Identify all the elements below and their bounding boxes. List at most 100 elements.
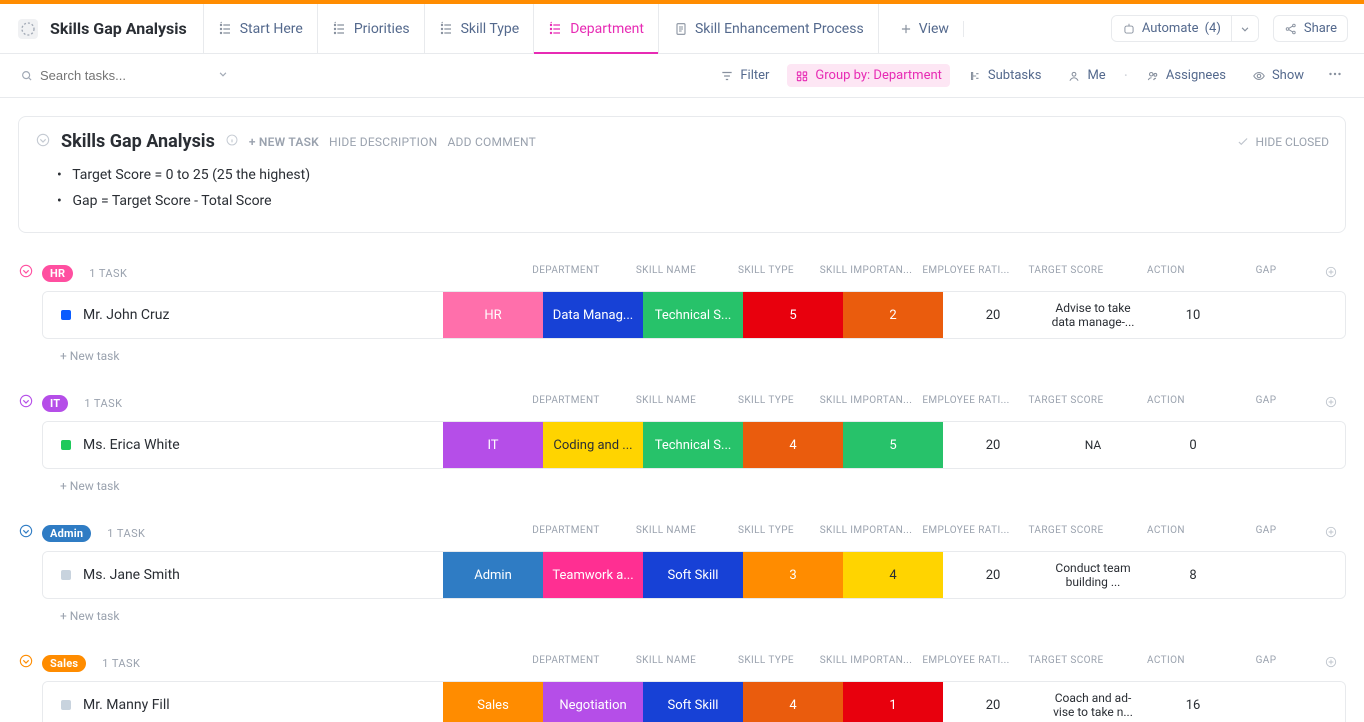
- add-comment-link[interactable]: ADD COMMENT: [447, 135, 536, 149]
- column-header[interactable]: ACTION: [1116, 395, 1216, 412]
- column-header[interactable]: SKILL IMPORTAN...: [816, 395, 916, 412]
- search-input[interactable]: [40, 68, 190, 83]
- task-row[interactable]: Ms. Jane SmithAdminTeamwork a...Soft Ski…: [43, 552, 1345, 598]
- column-header[interactable]: GAP: [1216, 395, 1316, 412]
- new-task-row[interactable]: + New task: [18, 469, 1346, 493]
- cell-tag[interactable]: 2: [843, 292, 943, 338]
- cell[interactable]: 16: [1143, 682, 1243, 722]
- add-column-button[interactable]: [1316, 395, 1346, 412]
- cell-action[interactable]: Conduct team building ...: [1043, 552, 1143, 598]
- column-header[interactable]: SKILL TYPE: [716, 525, 816, 542]
- column-header[interactable]: SKILL NAME: [616, 655, 716, 672]
- add-column-button[interactable]: [1316, 655, 1346, 672]
- cell-tag[interactable]: Technical S...: [643, 422, 743, 468]
- cell-tag[interactable]: 4: [743, 422, 843, 468]
- tab-skill-type[interactable]: Skill Type: [424, 4, 534, 53]
- column-header[interactable]: ACTION: [1116, 525, 1216, 542]
- column-header[interactable]: DEPARTMENT: [516, 525, 616, 542]
- cell[interactable]: 20: [943, 422, 1043, 468]
- cell-tag[interactable]: 1: [843, 682, 943, 722]
- cell-tag[interactable]: 3: [743, 552, 843, 598]
- more-menu[interactable]: [1322, 61, 1348, 91]
- column-header[interactable]: SKILL NAME: [616, 525, 716, 542]
- filter-button[interactable]: Filter: [712, 64, 777, 87]
- column-header[interactable]: TARGET SCORE: [1016, 655, 1116, 672]
- cell-tag[interactable]: 5: [843, 422, 943, 468]
- cell-action[interactable]: NA: [1043, 422, 1143, 468]
- cell-action[interactable]: Advise to take data manage-...: [1043, 292, 1143, 338]
- column-header[interactable]: TARGET SCORE: [1016, 265, 1116, 282]
- cell[interactable]: 20: [943, 552, 1043, 598]
- cell[interactable]: 8: [1143, 552, 1243, 598]
- column-header[interactable]: GAP: [1216, 265, 1316, 282]
- tab-department[interactable]: Department: [533, 4, 658, 53]
- column-header[interactable]: SKILL NAME: [616, 265, 716, 282]
- assignees-button[interactable]: Assignees: [1138, 64, 1234, 87]
- hide-closed-toggle[interactable]: HIDE CLOSED: [1236, 135, 1329, 149]
- group-chip[interactable]: Admin: [42, 525, 91, 542]
- cell-tag[interactable]: 4: [843, 552, 943, 598]
- column-header[interactable]: DEPARTMENT: [516, 655, 616, 672]
- cell[interactable]: 20: [943, 292, 1043, 338]
- collapse-list-icon[interactable]: [35, 132, 51, 152]
- status-square-icon[interactable]: [61, 700, 71, 710]
- column-header[interactable]: EMPLOYEE RATI...: [916, 395, 1016, 412]
- cell-tag[interactable]: Soft Skill: [643, 682, 743, 722]
- cell-action[interactable]: Coach and ad-vise to take n...: [1043, 682, 1143, 722]
- column-header[interactable]: TARGET SCORE: [1016, 395, 1116, 412]
- group-chip[interactable]: Sales: [42, 655, 86, 672]
- cell-tag[interactable]: Admin: [443, 552, 543, 598]
- cell-tag[interactable]: Sales: [443, 682, 543, 722]
- cell-tag[interactable]: Data Manag...: [543, 292, 643, 338]
- cell-tag[interactable]: HR: [443, 292, 543, 338]
- task-row[interactable]: Mr. John CruzHRData Manag...Technical S.…: [43, 292, 1345, 338]
- collapse-group-icon[interactable]: [18, 263, 34, 283]
- subtasks-button[interactable]: Subtasks: [960, 64, 1050, 87]
- task-name-cell[interactable]: Mr. John Cruz: [43, 292, 443, 338]
- status-square-icon[interactable]: [61, 310, 71, 320]
- column-header[interactable]: SKILL TYPE: [716, 655, 816, 672]
- me-button[interactable]: Me: [1059, 64, 1113, 87]
- info-icon[interactable]: [225, 132, 239, 151]
- cell[interactable]: 10: [1143, 292, 1243, 338]
- column-header[interactable]: SKILL IMPORTAN...: [816, 655, 916, 672]
- tab-start-here[interactable]: Start Here: [203, 4, 317, 53]
- add-view-button[interactable]: View: [885, 21, 964, 37]
- hide-description-link[interactable]: HIDE DESCRIPTION: [329, 135, 437, 149]
- share-button[interactable]: Share: [1273, 15, 1348, 42]
- column-header[interactable]: SKILL IMPORTAN...: [816, 265, 916, 282]
- column-header[interactable]: ACTION: [1116, 265, 1216, 282]
- cell-tag[interactable]: Technical S...: [643, 292, 743, 338]
- cell[interactable]: 20: [943, 682, 1043, 722]
- column-header[interactable]: GAP: [1216, 525, 1316, 542]
- new-task-link[interactable]: + NEW TASK: [249, 135, 319, 149]
- group-chip[interactable]: IT: [42, 395, 68, 412]
- cell-tag[interactable]: IT: [443, 422, 543, 468]
- collapse-group-icon[interactable]: [18, 393, 34, 413]
- automate-dropdown[interactable]: [1231, 16, 1258, 41]
- collapse-group-icon[interactable]: [18, 523, 34, 543]
- group-chip[interactable]: HR: [42, 265, 73, 282]
- new-task-row[interactable]: + New task: [18, 599, 1346, 623]
- show-button[interactable]: Show: [1244, 64, 1312, 87]
- workspace-icon[interactable]: [18, 19, 38, 39]
- column-header[interactable]: TARGET SCORE: [1016, 525, 1116, 542]
- column-header[interactable]: GAP: [1216, 655, 1316, 672]
- status-square-icon[interactable]: [61, 570, 71, 580]
- column-header[interactable]: DEPARTMENT: [516, 265, 616, 282]
- task-name-cell[interactable]: Mr. Manny Fill: [43, 682, 443, 722]
- collapse-group-icon[interactable]: [18, 653, 34, 673]
- cell-tag[interactable]: Teamwork a...: [543, 552, 643, 598]
- task-name-cell[interactable]: Ms. Jane Smith: [43, 552, 443, 598]
- column-header[interactable]: SKILL IMPORTAN...: [816, 525, 916, 542]
- column-header[interactable]: EMPLOYEE RATI...: [916, 265, 1016, 282]
- column-header[interactable]: SKILL TYPE: [716, 395, 816, 412]
- add-column-button[interactable]: [1316, 525, 1346, 542]
- column-header[interactable]: SKILL TYPE: [716, 265, 816, 282]
- status-square-icon[interactable]: [61, 440, 71, 450]
- column-header[interactable]: SKILL NAME: [616, 395, 716, 412]
- cell-tag[interactable]: 4: [743, 682, 843, 722]
- task-row[interactable]: Mr. Manny FillSalesNegotiationSoft Skill…: [43, 682, 1345, 722]
- column-header[interactable]: ACTION: [1116, 655, 1216, 672]
- cell-tag[interactable]: 5: [743, 292, 843, 338]
